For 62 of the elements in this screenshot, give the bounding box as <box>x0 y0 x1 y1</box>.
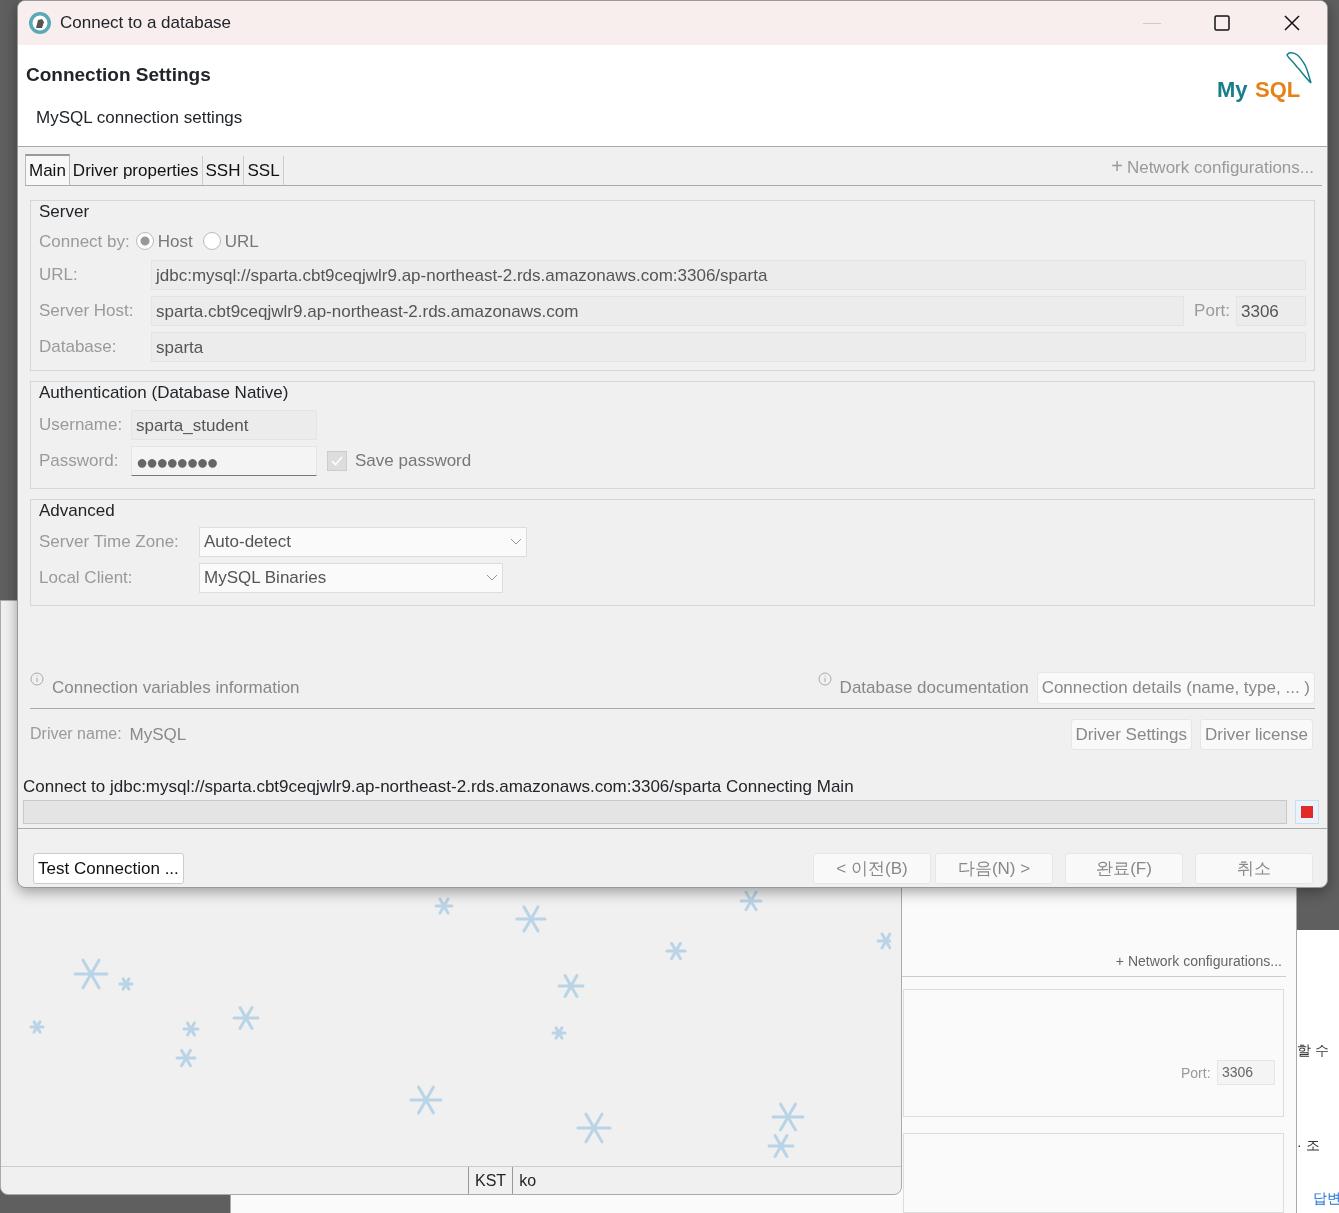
field-label: Server Host: <box>39 300 135 323</box>
field-label: Port: <box>1181 1064 1211 1083</box>
field-label: Password: <box>39 449 120 472</box>
field-label: Port: <box>1194 300 1230 323</box>
field-label: URL: <box>39 264 79 287</box>
test-connection-button[interactable]: Test Connection ... <box>33 852 184 884</box>
password-field[interactable]: ●●●●●●●● <box>131 445 317 476</box>
tab[interactable]: SSH <box>202 155 245 185</box>
group-title: Advanced <box>39 499 116 522</box>
host-field[interactable]: sparta.cbt9ceqjwlr9.ap-northeast-2.rds.amazonaws.com <box>151 296 1185 326</box>
minimize-icon <box>1143 22 1161 24</box>
url-field[interactable]: jdbc:mysql://sparta.cbt9ceqjwlr9.ap-northeast-2.rds.amazonaws.com:3306/sparta <box>151 260 1306 290</box>
port-field[interactable]: 3306 <box>1236 296 1306 326</box>
side-text: 답변 <box>1313 1189 1339 1208</box>
username-field[interactable]: sparta_student <box>131 409 317 440</box>
close-icon <box>1284 15 1300 31</box>
field-label: Driver name: <box>30 724 122 745</box>
group-title: Authentication (Database Native) <box>39 382 290 404</box>
side-text: 할 수 <box>1297 1041 1329 1060</box>
tab[interactable]: SSL <box>244 155 284 185</box>
check-icon <box>331 455 343 466</box>
field-label: Server Time Zone: <box>39 531 180 554</box>
tab[interactable]: Driver properties <box>69 155 203 185</box>
radio-button[interactable] <box>135 232 154 251</box>
dialog-subheading: MySQL connection settings <box>36 106 244 129</box>
dropdown[interactable]: Auto-detect <box>199 527 527 557</box>
radio-button[interactable] <box>202 232 221 251</box>
tab[interactable]: Main <box>25 153 70 185</box>
group-title: Server <box>39 201 91 223</box>
chevron-icon <box>486 574 498 582</box>
driver-button[interactable]: Driver license <box>1200 718 1313 750</box>
dialog-heading: Connection Settings <box>26 63 212 87</box>
info-link[interactable]: Connection variables information <box>52 675 300 701</box>
info-link[interactable]: Database documentation <box>839 675 1029 701</box>
status-text: KST <box>468 1167 513 1194</box>
side-text: · 조 <box>1297 1136 1320 1155</box>
mysql-logo: My SQL <box>1217 49 1317 101</box>
radio-label: Host <box>157 230 193 253</box>
maximize-icon <box>1214 15 1230 31</box>
progress-message: Connect to jdbc:mysql://sparta.cbt9ceqjwlr9.ap-northeast-2.rds.amazonaws.com:3306/sparta Connecting Main <box>23 776 855 798</box>
radio-label: URL <box>224 230 259 253</box>
app-icon <box>28 11 52 35</box>
driver-button[interactable]: Driver Settings <box>1070 718 1192 750</box>
chevron-icon <box>510 538 522 546</box>
field-label: Local Client: <box>39 567 134 590</box>
driver-name: MySQL <box>129 723 187 746</box>
database-field[interactable]: sparta <box>151 332 1306 362</box>
connection-details-button[interactable]: Connection details (name, type, ... ) <box>1036 672 1315 704</box>
dropdown[interactable]: MySQL Binaries <box>199 563 503 593</box>
field-label: Username: <box>39 413 124 436</box>
stop-icon <box>1301 805 1313 818</box>
info-icon <box>30 672 44 686</box>
stop-button[interactable] <box>1295 799 1319 824</box>
window-title: Connect to a database <box>60 12 233 35</box>
port-field[interactable]: 3306 <box>1217 1060 1275 1085</box>
checkbox[interactable] <box>327 450 347 471</box>
status-text: ko <box>512 1167 543 1194</box>
checkbox-label: Save password <box>355 449 472 472</box>
info-icon <box>817 672 832 686</box>
field-label: Database: <box>39 336 118 359</box>
network-link[interactable]: + Network configurations... <box>1115 951 1282 972</box>
field-label: Connect by: <box>39 230 130 253</box>
